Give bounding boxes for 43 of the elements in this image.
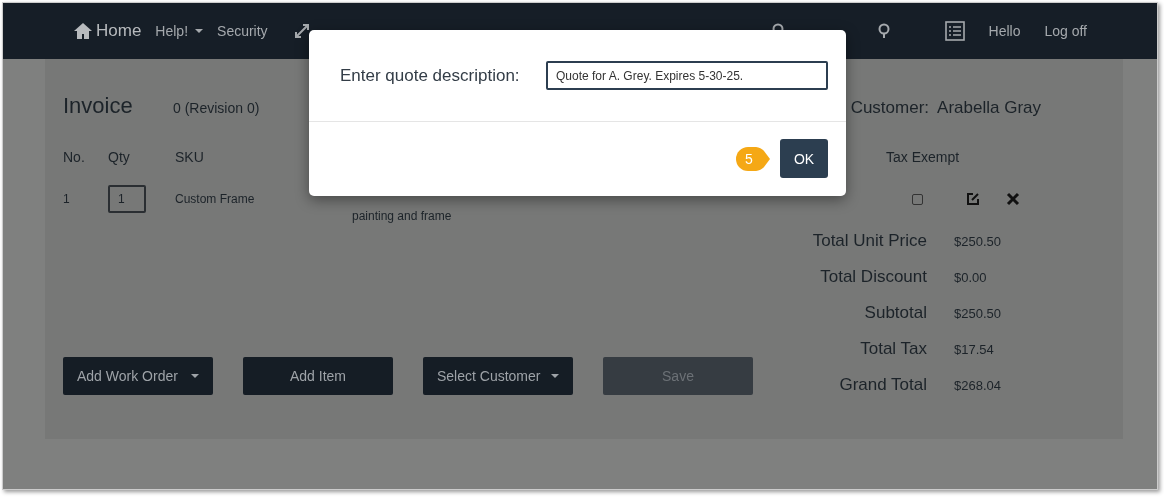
- home-icon: [73, 22, 93, 40]
- column-header: SKU: [175, 149, 205, 165]
- caret-icon: [551, 374, 559, 378]
- column-header: Qty: [108, 149, 131, 165]
- action-button[interactable]: Add Work Order: [63, 357, 213, 395]
- invoice-number: 0 (Revision 0): [173, 100, 260, 116]
- row-number: 1: [63, 192, 71, 206]
- list-icon[interactable]: [944, 21, 965, 41]
- expand-icon[interactable]: [293, 23, 310, 39]
- total-label: Total Discount: [819, 267, 927, 287]
- caret-icon: [191, 374, 199, 378]
- edit-icon[interactable]: [966, 192, 980, 206]
- delete-icon[interactable]: [1006, 192, 1020, 206]
- total-value: $0.00: [954, 270, 988, 285]
- column-header: No.: [63, 149, 86, 165]
- action-button[interactable]: Select Customer: [423, 357, 573, 395]
- description-field[interactable]: Quote for A. Grey. Expires 5-30-25.: [546, 61, 828, 90]
- total-value: $250.50: [954, 306, 1001, 321]
- sku-cell-text: Custom Frame: [175, 192, 256, 206]
- quantity-field[interactable]: 1: [108, 185, 146, 213]
- total-value: $17.54: [954, 342, 995, 357]
- home-link[interactable]: Home: [73, 21, 142, 41]
- tax-exempt-checkbox[interactable]: [912, 193, 923, 205]
- description-cell-text: painting and frame: [352, 209, 453, 223]
- greeting-text: Hello: [988, 23, 1021, 39]
- total-label: Total Tax: [859, 339, 927, 359]
- ok-button[interactable]: OK: [780, 139, 828, 178]
- total-label: Total Unit Price: [811, 231, 927, 251]
- total-value: $268.04: [954, 378, 1001, 393]
- search-icon[interactable]: [876, 23, 891, 39]
- total-label: Grand Total: [838, 375, 927, 395]
- nav-link[interactable]: Log off: [1044, 23, 1087, 39]
- nav-link[interactable]: Security: [217, 23, 268, 39]
- help-menu[interactable]: Help!: [155, 23, 204, 39]
- dialog-label: Enter quote description:: [340, 65, 520, 86]
- action-button[interactable]: Add Item: [243, 357, 393, 395]
- customer-label: Customer:: [850, 98, 930, 117]
- customer-name: Arabella Gray: [937, 98, 1041, 117]
- invoice-title: Invoice: [63, 93, 134, 119]
- total-value: $250.50: [954, 234, 1001, 249]
- step-callout: 5: [734, 144, 770, 173]
- total-label: Subtotal: [863, 303, 927, 323]
- column-header: Tax Exempt: [886, 149, 961, 165]
